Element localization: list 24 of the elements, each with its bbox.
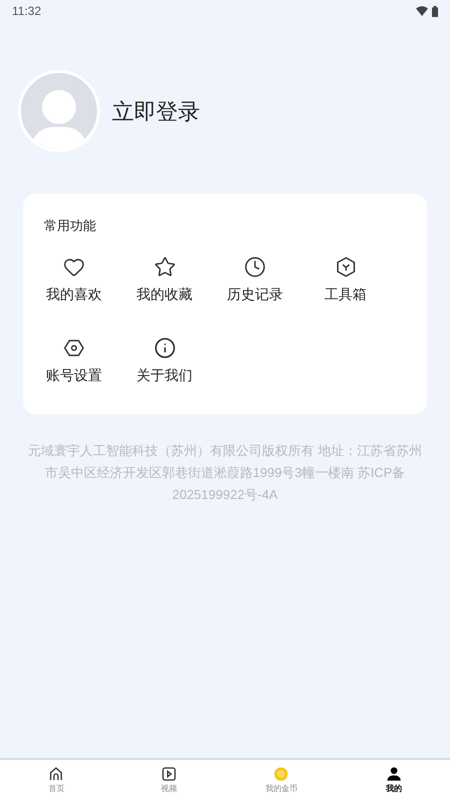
wifi-icon — [416, 6, 428, 16]
star-icon — [154, 256, 176, 278]
function-item[interactable]: 账号设置 — [44, 336, 104, 386]
play-icon — [160, 766, 177, 782]
status-time: 11:32 — [12, 3, 42, 20]
function-item[interactable]: 关于我们 — [134, 336, 194, 386]
function-item[interactable]: 工具箱 — [316, 256, 376, 304]
function-item[interactable]: 历史记录 — [225, 256, 285, 304]
clock-icon — [244, 256, 266, 278]
copyright-text: 元域寰宇人工智能科技（苏州）有限公司版权所有 地址：江苏省苏州市吴中区经济开发区郭巷街道淞葭路1999号3幢一楼南 苏ICP备2025199922号-4A — [27, 442, 423, 504]
login-link[interactable]: 立即登录 — [112, 94, 200, 128]
section-title: 常用功能 — [44, 217, 97, 235]
user-icon — [386, 766, 402, 782]
toolbox-icon — [334, 256, 356, 278]
info-icon — [154, 336, 176, 358]
tab[interactable]: 首页 — [0, 760, 112, 800]
home-icon — [48, 766, 64, 782]
function-item[interactable]: 我的喜欢 — [44, 256, 104, 304]
battery-icon — [432, 6, 438, 16]
tab[interactable]: 我的 — [338, 760, 450, 800]
tab[interactable]: 我的金币 — [225, 760, 338, 800]
tab[interactable]: 视频 — [112, 760, 225, 800]
coin-icon — [273, 766, 290, 782]
function-item[interactable]: 我的收藏 — [134, 256, 194, 304]
